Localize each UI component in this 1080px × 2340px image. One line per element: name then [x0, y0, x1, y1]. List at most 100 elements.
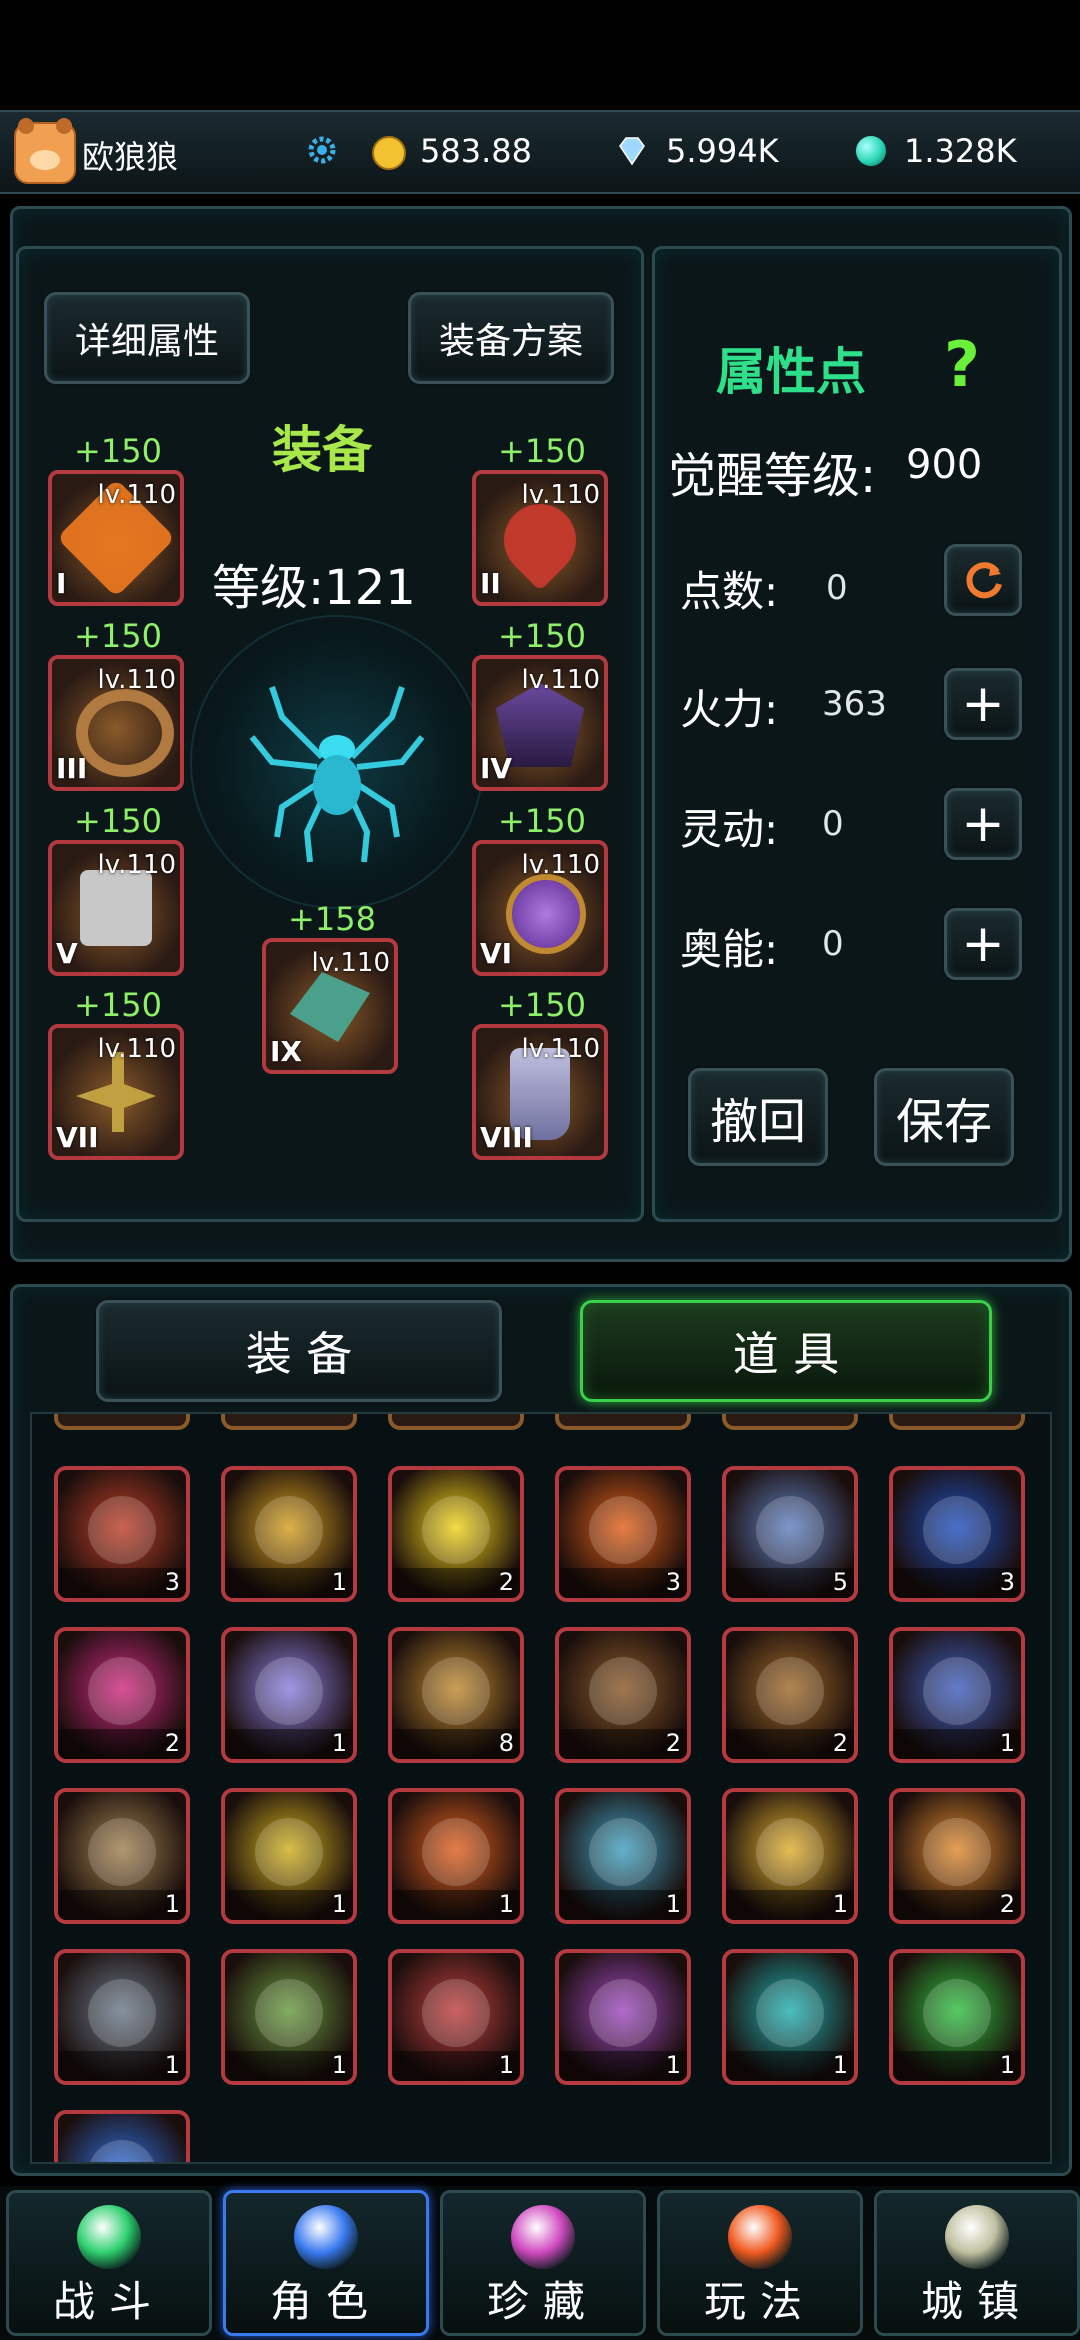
item-count: 1	[331, 1729, 347, 1757]
gold-value: 583.88	[420, 132, 532, 170]
item-count: 1	[832, 2051, 848, 2079]
item-slot[interactable]: 2	[388, 1466, 524, 1602]
avatar[interactable]	[14, 118, 76, 184]
fire-pillar-icon	[589, 1496, 657, 1564]
item-slot[interactable]: 1	[722, 1949, 858, 2085]
arcane-label: 奥能:	[680, 925, 779, 974]
nav-label: 角色	[269, 2277, 382, 2326]
refresh-button[interactable]	[944, 544, 1022, 616]
slot-bonus: +150	[498, 802, 586, 840]
item-slot[interactable]: 3	[555, 1466, 691, 1602]
equipment-slot-7[interactable]: lv.110 VII	[48, 1024, 184, 1160]
item-slot-partial[interactable]	[555, 1414, 691, 1430]
tab-items[interactable]: 道 具	[580, 1300, 992, 1402]
item-slot[interactable]: 2	[722, 1627, 858, 1763]
slot-level: lv.110	[521, 1034, 600, 1064]
equipment-slot-6[interactable]: lv.110 VI	[472, 840, 608, 976]
item-slot[interactable]: 1	[555, 1949, 691, 2085]
lightning-orb-icon	[88, 2140, 156, 2162]
item-count: 1	[665, 1890, 681, 1918]
lion-cub-icon	[923, 1818, 991, 1886]
light-hand-icon	[255, 1657, 323, 1725]
nav-town[interactable]: 城镇	[874, 2190, 1080, 2336]
agility-plus-button[interactable]: +	[944, 788, 1022, 860]
item-count: 2	[498, 1568, 514, 1596]
equipment-slot-4[interactable]: lv.110 IV	[472, 655, 608, 791]
comet-icon	[756, 1496, 824, 1564]
slot-bonus: +150	[74, 617, 162, 655]
top-bar: 欧狼狼 583.88 5.994K 1.328K	[0, 110, 1080, 194]
golden-statue-icon	[756, 1818, 824, 1886]
item-slot[interactable]: 1	[54, 1949, 190, 2085]
item-slot[interactable]: 1	[221, 1788, 357, 1924]
save-button[interactable]: 保存	[874, 1068, 1014, 1166]
item-slot[interactable]: 1	[889, 1627, 1025, 1763]
item-slot[interactable]: 1	[221, 1949, 357, 2085]
item-count: 1	[164, 1890, 180, 1918]
item-count: 2	[832, 1729, 848, 1757]
item-count: 3	[999, 1568, 1015, 1596]
item-slot[interactable]: 1	[221, 1466, 357, 1602]
item-slot[interactable]: 5	[722, 1466, 858, 1602]
item-slot[interactable]: 3	[889, 1466, 1025, 1602]
nav-sword-emblem[interactable]: 角色	[223, 2190, 429, 2336]
undo-button[interactable]: 撤回	[688, 1068, 828, 1166]
item-count: 1	[331, 2051, 347, 2079]
arcane-value: 0	[822, 924, 844, 964]
slot-level: lv.110	[521, 480, 600, 510]
item-slot[interactable]: 3	[54, 1466, 190, 1602]
item-slot-partial[interactable]	[388, 1414, 524, 1430]
item-slot-partial[interactable]	[722, 1414, 858, 1430]
steel-armor-icon	[88, 1979, 156, 2047]
item-slot[interactable]: 1	[388, 1788, 524, 1924]
slot-level: lv.110	[97, 1034, 176, 1064]
blue-vortex-icon	[923, 1496, 991, 1564]
crossed-swords-icon	[77, 2205, 141, 2269]
item-slot-partial[interactable]	[889, 1414, 1025, 1430]
slot-bonus: +150	[74, 986, 162, 1024]
battle-axe-icon	[76, 1052, 156, 1132]
item-slot-partial[interactable]	[54, 1414, 190, 1430]
item-slot[interactable]: 1	[54, 1788, 190, 1924]
firepower-value: 363	[822, 684, 887, 724]
jade-orb-icon	[856, 136, 886, 166]
item-slot-partial[interactable]	[221, 1414, 357, 1430]
awaken-level-value: 900	[906, 442, 983, 488]
equipment-slot-1[interactable]: lv.110 I	[48, 470, 184, 606]
equipment-slot-2[interactable]: lv.110 II	[472, 470, 608, 606]
help-icon[interactable]: ?	[944, 328, 980, 401]
item-slot[interactable]: 8	[388, 1627, 524, 1763]
item-slot[interactable]: 1	[221, 1627, 357, 1763]
firepower-plus-button[interactable]: +	[944, 668, 1022, 740]
sword-emblem-icon	[294, 2205, 358, 2269]
tab-equipment[interactable]: 装 备	[96, 1300, 502, 1402]
item-grid[interactable]: 3 1 2 3 5 3 2 1 8 2 2 1 1 1 1 1 1 2 1 1 1 1 1 1	[30, 1412, 1052, 2164]
arcane-plus-button[interactable]: +	[944, 908, 1022, 980]
equipment-slot-5[interactable]: lv.110 V	[48, 840, 184, 976]
item-slot[interactable]: 1	[388, 1949, 524, 2085]
item-slot[interactable]: 2	[555, 1627, 691, 1763]
dove-icon	[290, 972, 370, 1042]
diamond-value: 5.994K	[666, 132, 779, 170]
item-slot[interactable]: 1	[555, 1788, 691, 1924]
equipment-slot-9[interactable]: lv.110 IX	[262, 938, 398, 1074]
equipment-slot-3[interactable]: lv.110 III	[48, 655, 184, 791]
item-slot[interactable]: 1	[889, 1949, 1025, 2085]
equipment-scheme-button[interactable]: 装备方案	[408, 292, 614, 384]
item-slot[interactable]: 2	[889, 1788, 1025, 1924]
nav-treasure[interactable]: 珍藏	[440, 2190, 646, 2336]
glowing-hands-icon	[923, 1657, 991, 1725]
item-slot[interactable]: 2	[54, 1627, 190, 1763]
item-slot[interactable]: 1	[722, 1788, 858, 1924]
fire-sigil-icon	[422, 1818, 490, 1886]
item-slot[interactable]	[54, 2110, 190, 2162]
slot-level: lv.110	[97, 665, 176, 695]
gold-sigil-icon	[255, 1818, 323, 1886]
gear-icon[interactable]	[304, 132, 340, 168]
nav-gameplay[interactable]: 玩法	[657, 2190, 863, 2336]
nav-crossed-swords[interactable]: 战斗	[6, 2190, 212, 2336]
item-count: 5	[832, 1568, 848, 1596]
equipment-slot-8[interactable]: lv.110 VIII	[472, 1024, 608, 1160]
details-button[interactable]: 详细属性	[44, 292, 250, 384]
attribute-points-title: 属性点	[716, 343, 866, 401]
